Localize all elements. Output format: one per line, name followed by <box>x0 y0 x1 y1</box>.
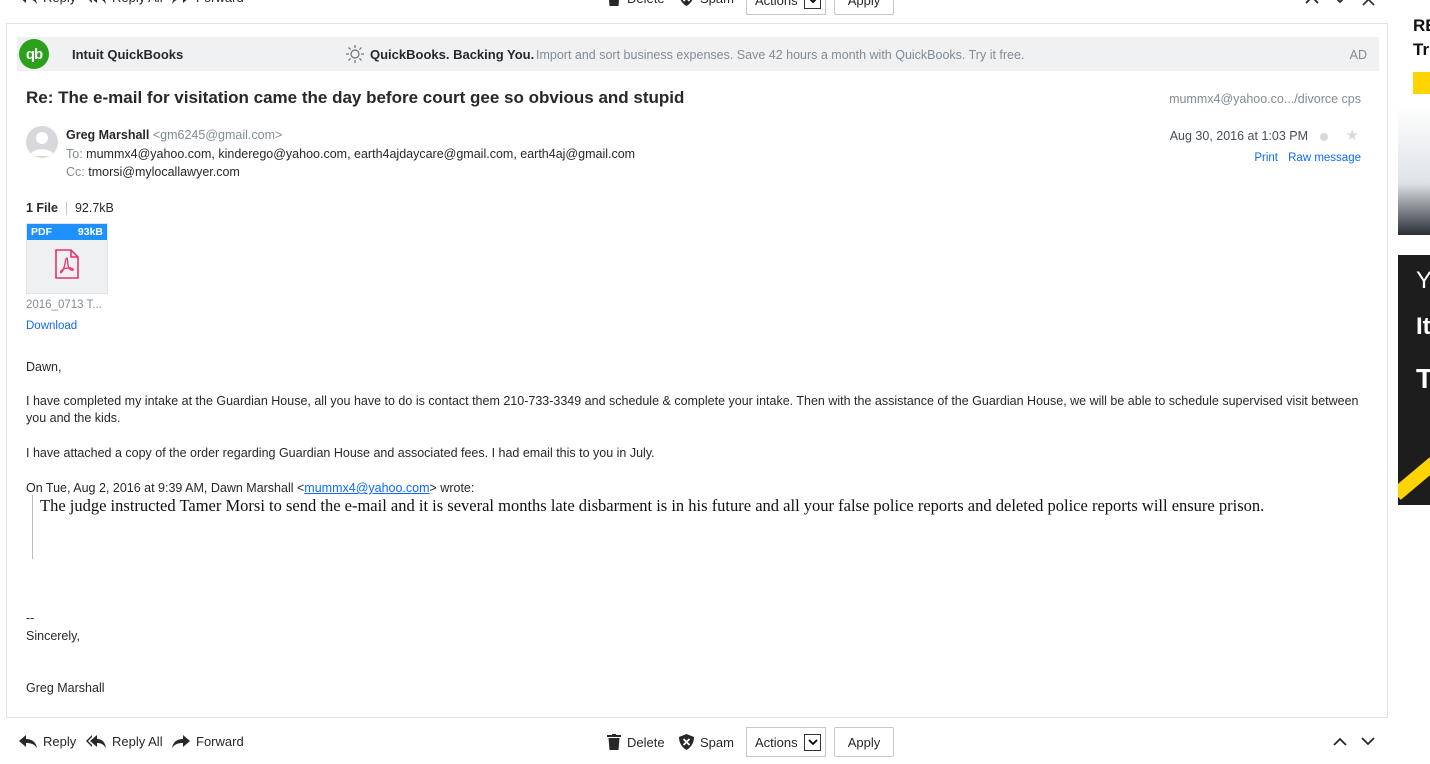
folder-path[interactable]: mummx4@yahoo.co.../divorce cps <box>1169 92 1361 106</box>
sender-avatar[interactable] <box>26 126 58 158</box>
forward-icon <box>172 734 190 748</box>
star-icon[interactable]: ★ <box>1346 126 1359 144</box>
to-addresses[interactable]: mummx4@yahoo.com, kinderego@yahoo.com, e… <box>86 147 635 161</box>
rail-promo[interactable]: Y It T <box>1398 255 1430 505</box>
actions-select[interactable]: Actions <box>746 0 826 15</box>
body-paragraph: I have completed my intake at the Guardi… <box>26 394 1359 425</box>
top-toolbar: Reply Reply All Forward Delete Spam Acti… <box>6 0 1388 24</box>
spam-shield-icon <box>680 0 693 6</box>
cc-addresses[interactable]: tmorsi@mylocallawyer.com <box>88 165 240 179</box>
next-message-icon[interactable] <box>1333 0 1347 4</box>
sender[interactable]: Greg Marshall <gm6245@gmail.com> <box>66 128 282 142</box>
attachment-header: PDF 93kB <box>27 224 107 240</box>
raw-message-link[interactable]: Raw message <box>1288 152 1361 164</box>
signature-closing: Sincerely, <box>26 629 80 643</box>
rail-headline: RE <box>1413 16 1430 35</box>
signature-name: Greg Marshall <box>26 681 105 695</box>
previous-message-icon[interactable] <box>1305 0 1319 4</box>
message-date: Aug 30, 2016 at 1:03 PM <box>1169 129 1308 143</box>
rail-headline: Tr <box>1413 40 1430 59</box>
reply-all-icon <box>86 734 106 748</box>
message-subject: Re: The e-mail for visitation came the d… <box>26 88 685 107</box>
delete-button[interactable]: Delete <box>607 734 665 750</box>
sender-email: <gm6245@gmail.com> <box>152 128 283 142</box>
file-size: 93kB <box>77 226 103 238</box>
body-greeting: Dawn, <box>26 360 62 374</box>
ad-tag: AD <box>1349 48 1367 62</box>
actions-select[interactable]: Actions <box>746 727 826 757</box>
chevron-down-icon <box>804 733 821 751</box>
rail-button[interactable] <box>1413 72 1430 94</box>
ad-body: Import and sort business expenses. Save … <box>536 48 1025 62</box>
recipients-cc: Cc: tmorsi@mylocallawyer.com <box>66 165 240 179</box>
reply-icon <box>23 0 37 4</box>
reply-button[interactable]: Reply <box>19 0 76 5</box>
rail-stripe <box>1398 444 1430 500</box>
bottom-toolbar: Reply Reply All Forward Delete Spam Acti… <box>6 717 1388 764</box>
sender-name: Greg Marshall <box>66 128 150 142</box>
download-link[interactable]: Download <box>26 320 77 332</box>
print-link[interactable]: Print <box>1254 152 1278 164</box>
rail-image <box>1398 105 1430 235</box>
sponsored-ad-strip[interactable]: qb Intuit QuickBooks QuickBooks. Backing… <box>17 37 1379 71</box>
forward-button[interactable]: Forward <box>172 734 244 749</box>
reply-button[interactable]: Reply <box>19 734 76 749</box>
pdf-icon <box>55 249 79 279</box>
sun-icon <box>346 45 364 63</box>
next-message-icon[interactable] <box>1361 737 1375 746</box>
reply-all-icon <box>89 0 106 4</box>
attachment-summary: 1 File 92.7kB <box>26 201 114 216</box>
file-type: PDF <box>31 226 52 238</box>
quickbooks-logo-icon: qb <box>19 39 49 69</box>
apply-button[interactable]: Apply <box>834 0 894 15</box>
ad-headline: QuickBooks. Backing You. <box>370 47 535 62</box>
spam-shield-icon <box>679 734 694 750</box>
right-ad-rail[interactable]: RE Tr Y It T <box>1398 0 1430 764</box>
quote-attribution: On Tue, Aug 2, 2016 at 9:39 AM, Dawn Mar… <box>26 481 475 495</box>
message-panel: qb Intuit QuickBooks QuickBooks. Backing… <box>6 24 1388 717</box>
spam-button[interactable]: Spam <box>679 734 734 750</box>
close-icon[interactable] <box>1362 0 1375 6</box>
forward-button[interactable]: Forward <box>172 0 244 5</box>
chevron-down-icon <box>804 0 821 9</box>
reply-icon <box>19 734 37 748</box>
body-paragraph: I have attached a copy of the order rega… <box>26 446 655 460</box>
forward-icon <box>172 0 186 4</box>
unread-dot-icon[interactable] <box>1320 133 1328 141</box>
apply-button[interactable]: Apply <box>834 727 894 757</box>
previous-message-icon[interactable] <box>1333 737 1347 746</box>
quoted-message: The judge instructed Tamer Morsi to send… <box>32 495 1352 559</box>
attachment-name[interactable]: 2016_0713 T... <box>26 299 102 311</box>
signature-dash: -- <box>26 611 35 625</box>
divider <box>65 202 67 216</box>
spam-button[interactable]: Spam <box>679 0 734 6</box>
trash-icon <box>609 0 619 6</box>
quoted-sender-email-link[interactable]: mummx4@yahoo.com <box>304 481 429 495</box>
reply-all-button[interactable]: Reply All <box>86 734 163 749</box>
file-count: 1 File <box>26 201 58 215</box>
person-icon <box>30 132 54 156</box>
reply-all-button[interactable]: Reply All <box>86 0 163 5</box>
to-label: To: <box>66 147 83 161</box>
trash-icon <box>607 734 621 750</box>
total-size: 92.7kB <box>74 201 114 215</box>
cc-label: Cc: <box>66 165 85 179</box>
attachment-card[interactable]: PDF 93kB <box>26 223 108 294</box>
delete-button[interactable]: Delete <box>607 0 665 6</box>
ad-sponsor: Intuit QuickBooks <box>72 47 184 62</box>
recipients-to: To: mummx4@yahoo.com, kinderego@yahoo.co… <box>66 147 635 161</box>
